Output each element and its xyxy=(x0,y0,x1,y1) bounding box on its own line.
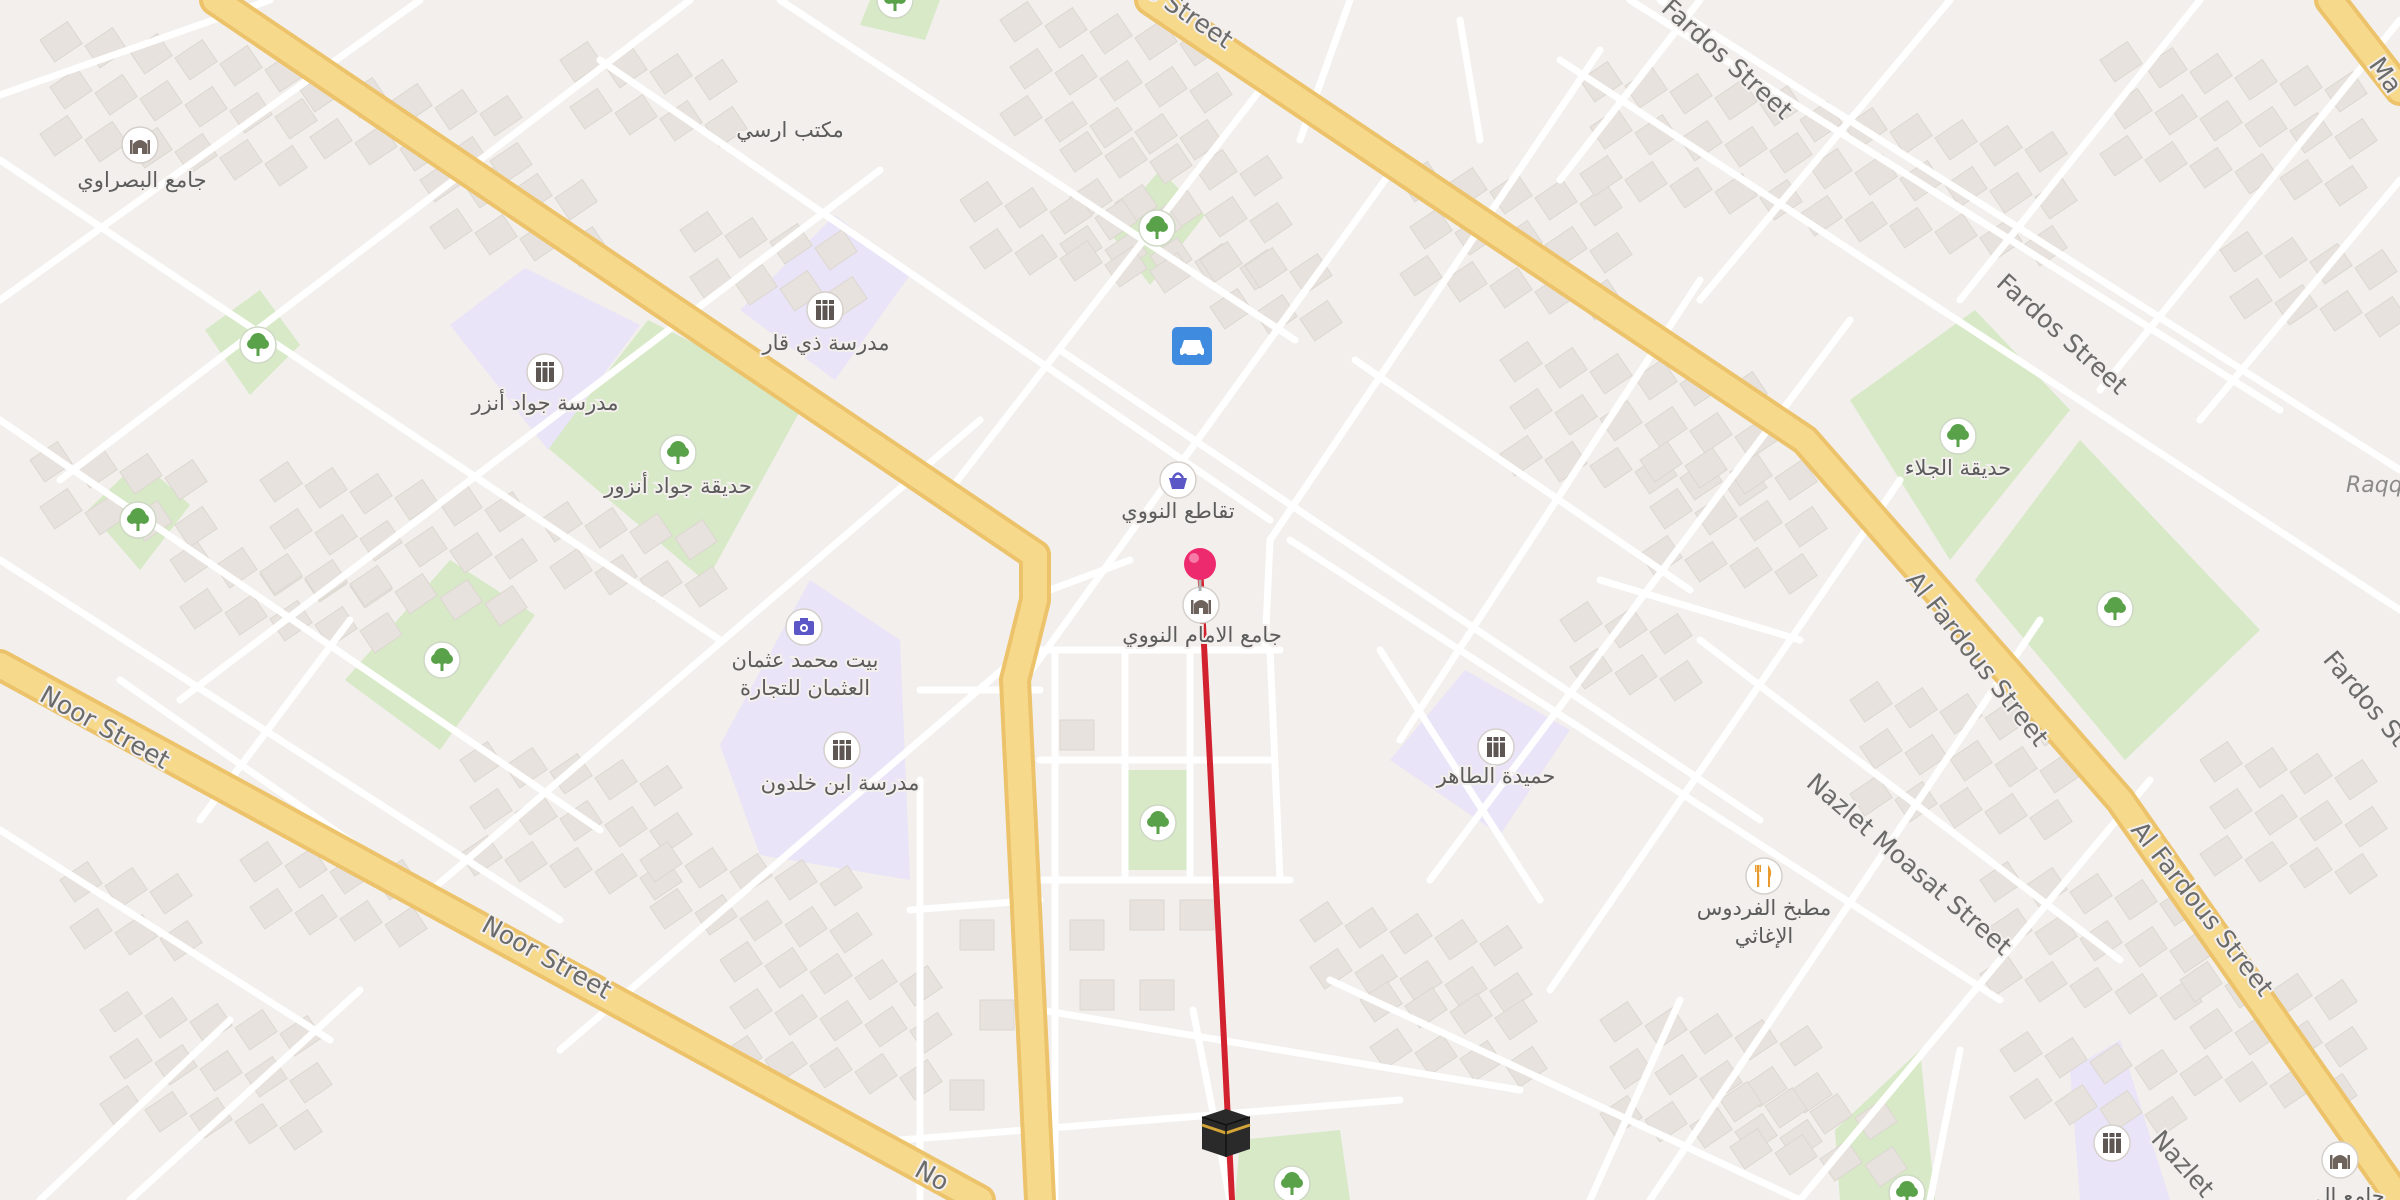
tree-icon[interactable] xyxy=(1939,417,1977,455)
school-icon[interactable] xyxy=(1477,728,1515,766)
restaurant-icon[interactable] xyxy=(1745,857,1783,895)
tree-icon[interactable] xyxy=(1139,804,1177,842)
place-label-basrawi: جامع البصراوي xyxy=(77,168,206,192)
place-label-kitchen: الإغاثي xyxy=(1735,924,1794,948)
building xyxy=(959,919,995,951)
place-label-house-trade: العثمان للتجارة xyxy=(740,676,870,700)
place-label-office: مكتب ارسي xyxy=(736,118,844,142)
car-icon[interactable] xyxy=(1172,327,1212,365)
tree-icon[interactable] xyxy=(1273,1165,1311,1200)
place-label-kitchen: مطبخ الفردوس xyxy=(1697,896,1832,920)
building xyxy=(1139,979,1175,1011)
place-label-garden-jala: حديقة الجلاء xyxy=(1905,456,2012,480)
place-label-taher: حميدة الطاهر xyxy=(1436,764,1556,788)
place-label-nawawi-intersection: تقاطع النووي xyxy=(1121,499,1235,523)
building xyxy=(979,999,1015,1031)
mosque-icon[interactable] xyxy=(121,126,159,164)
map-canvas[interactable]: Noor Street Noor Street No s Street Fard… xyxy=(0,0,2400,1200)
tree-icon[interactable] xyxy=(1138,209,1176,247)
place-label-school-khaldun: مدرسة ابن خلدون xyxy=(761,771,920,795)
place-label-school-jawad: مدرسة جواد أنزر xyxy=(470,389,618,415)
area-label: Raqq xyxy=(2346,473,2400,498)
mosque-icon[interactable] xyxy=(1182,586,1220,624)
kaaba-icon[interactable] xyxy=(1201,1109,1251,1157)
school-icon[interactable] xyxy=(823,731,861,769)
place-label-house-trade: بيت محمد عثمان xyxy=(732,648,879,672)
school-icon[interactable] xyxy=(806,291,844,329)
place-label-nawawi-mosque: جامع الامام النووي xyxy=(1122,623,1282,647)
place-label-garden-jawad: حديقة جواد أنزور xyxy=(603,472,752,498)
mosque-icon[interactable] xyxy=(2321,1141,2359,1179)
shopping-basket-icon[interactable] xyxy=(1159,461,1197,499)
school-icon[interactable] xyxy=(2093,1124,2131,1162)
tree-icon[interactable] xyxy=(423,641,461,679)
building xyxy=(949,1079,985,1111)
camera-icon[interactable] xyxy=(785,608,823,646)
tree-icon[interactable] xyxy=(119,501,157,539)
building xyxy=(1079,979,1115,1011)
building xyxy=(1129,899,1165,931)
tree-icon[interactable] xyxy=(659,434,697,472)
school-icon[interactable] xyxy=(526,353,564,391)
building xyxy=(1059,719,1095,751)
tree-icon[interactable] xyxy=(239,326,277,364)
building xyxy=(1069,919,1105,951)
place-label-bottom-right: جامع ال xyxy=(2315,1184,2385,1200)
tree-icon[interactable] xyxy=(2096,590,2134,628)
place-label-school-dhiqar: مدرسة ذي قار xyxy=(762,331,890,355)
building xyxy=(1179,899,1215,931)
